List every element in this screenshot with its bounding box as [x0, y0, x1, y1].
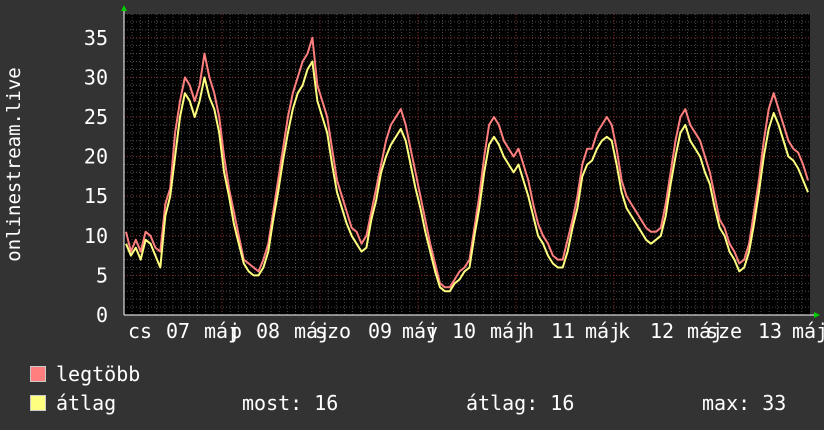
y-axis-label: onlinestream.live	[3, 67, 25, 261]
y-tick-label: 15	[84, 184, 108, 208]
x-tick-label: p	[230, 319, 242, 343]
legend-swatch-avg	[30, 395, 46, 411]
x-tick-label: máj	[490, 319, 526, 343]
y-tick-label: 25	[84, 105, 108, 129]
y-axis-arrow	[121, 5, 127, 11]
x-tick-label: 13	[758, 319, 782, 343]
x-tick-label: k	[618, 319, 630, 343]
x-tick-label: h	[522, 319, 534, 343]
x-tick-label: szo	[315, 319, 351, 343]
y-tick-label: 20	[84, 145, 108, 169]
legend-label-max: legtöbb	[56, 362, 141, 386]
x-tick-label: 12	[650, 319, 674, 343]
x-tick-label: 10	[452, 319, 476, 343]
x-tick-label: máj	[792, 319, 824, 343]
y-tick-label: 10	[84, 224, 108, 248]
legend-label-avg: átlag	[56, 391, 117, 415]
x-tick-label: 07	[166, 319, 190, 343]
legend-swatch-max	[30, 366, 46, 382]
stat-now: most: 16	[242, 391, 339, 415]
y-tick-label: 35	[84, 26, 108, 50]
x-axis-arrow	[814, 312, 820, 318]
stat-max: max: 33	[702, 391, 787, 415]
line-chart: 05101520253035onlinestream.livecs 07 májp 0…	[3, 5, 824, 343]
x-tick-label: 11	[551, 319, 575, 343]
x-tick-label: máj	[585, 319, 621, 343]
x-tick-label: v	[426, 319, 438, 343]
y-tick-label: 5	[96, 263, 108, 287]
y-tick-label: 0	[96, 303, 108, 327]
x-tick-label: 08	[256, 319, 280, 343]
x-tick-label: cs	[128, 319, 152, 343]
x-tick-label: sze	[706, 319, 742, 343]
chart-panel: 0 5 10 15 20 25 30 35 onlinestream.live cs 07 máj p 0…	[0, 0, 824, 430]
legend-item-max: legtöbb	[30, 363, 140, 385]
x-tick-label: 09	[368, 319, 392, 343]
y-tick-label: 30	[84, 65, 108, 89]
stat-average: átlag: 16	[466, 391, 575, 415]
legend-item-avg: átlag	[30, 392, 116, 414]
